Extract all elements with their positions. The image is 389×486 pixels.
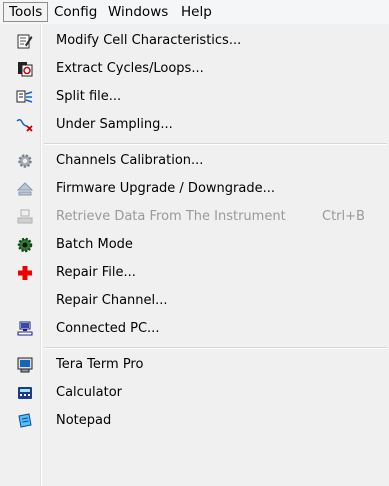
menu-item-batch-mode[interactable]: Batch Mode: [0, 232, 389, 258]
firmware-upgrade-icon: [16, 180, 34, 198]
menu-item-retrieve-data[interactable]: Retrieve Data From The Instrument Ctrl+B: [0, 204, 389, 230]
menu-item-label: Firmware Upgrade / Downgrade...: [56, 181, 275, 196]
extract-cycles-icon: [16, 60, 34, 78]
menu-item-label: Channels Calibration...: [56, 153, 204, 168]
menu-item-connected-pc[interactable]: Connected PC...: [0, 316, 389, 342]
menu-config[interactable]: Config: [49, 2, 102, 22]
terminal-icon: [16, 356, 34, 374]
batch-mode-icon: [16, 236, 34, 254]
menu-tools[interactable]: Tools: [3, 2, 49, 22]
menu-item-label: Modify Cell Characteristics...: [56, 33, 242, 48]
menu-item-label: Split file...: [56, 89, 122, 104]
tools-dropdown-menu: Modify Cell Characteristics... Extract C…: [0, 24, 389, 486]
menu-item-label: Repair Channel...: [56, 293, 168, 308]
menu-bar: Tools Config Windows Help: [0, 0, 389, 25]
menu-item-channels-calibration[interactable]: Channels Calibration...: [0, 148, 389, 174]
menu-item-label: Tera Term Pro: [56, 357, 144, 372]
calibration-gear-icon: [16, 152, 34, 170]
menu-item-under-sampling[interactable]: Under Sampling...: [0, 112, 389, 138]
calculator-icon: [16, 384, 34, 402]
menu-item-label: Retrieve Data From The Instrument: [56, 209, 286, 224]
menu-item-label: Extract Cycles/Loops...: [56, 61, 204, 76]
menu-separator: [44, 143, 387, 145]
menu-item-repair-channel[interactable]: Repair Channel...: [0, 288, 389, 314]
edit-cell-icon: [16, 32, 34, 50]
menu-item-shortcut: Ctrl+B: [322, 209, 365, 224]
menu-item-label: Notepad: [56, 413, 112, 428]
menu-item-label: Calculator: [56, 385, 123, 400]
menu-item-label: Under Sampling...: [56, 117, 173, 132]
menu-windows[interactable]: Windows: [103, 2, 173, 22]
menu-item-split-file[interactable]: Split file...: [0, 84, 389, 110]
menu-item-extract-cycles[interactable]: Extract Cycles/Loops...: [0, 56, 389, 82]
menu-item-calculator[interactable]: Calculator: [0, 380, 389, 406]
menu-item-label: Batch Mode: [56, 237, 133, 252]
menu-item-notepad[interactable]: Notepad: [0, 408, 389, 434]
menu-item-repair-file[interactable]: Repair File...: [0, 260, 389, 286]
menu-separator: [44, 347, 387, 349]
red-cross-icon: [16, 264, 34, 282]
split-file-icon: [16, 88, 34, 106]
menu-item-tera-term-pro[interactable]: Tera Term Pro: [0, 352, 389, 378]
menu-item-modify-cell[interactable]: Modify Cell Characteristics...: [0, 28, 389, 54]
menu-item-firmware-upgrade[interactable]: Firmware Upgrade / Downgrade...: [0, 176, 389, 202]
menu-item-label: Connected PC...: [56, 321, 160, 336]
under-sampling-icon: [16, 116, 34, 134]
notepad-icon: [16, 412, 34, 430]
menu-help[interactable]: Help: [176, 2, 217, 22]
connected-pc-icon: [16, 320, 34, 338]
retrieve-data-icon: [16, 208, 34, 226]
menu-item-label: Repair File...: [56, 265, 136, 280]
